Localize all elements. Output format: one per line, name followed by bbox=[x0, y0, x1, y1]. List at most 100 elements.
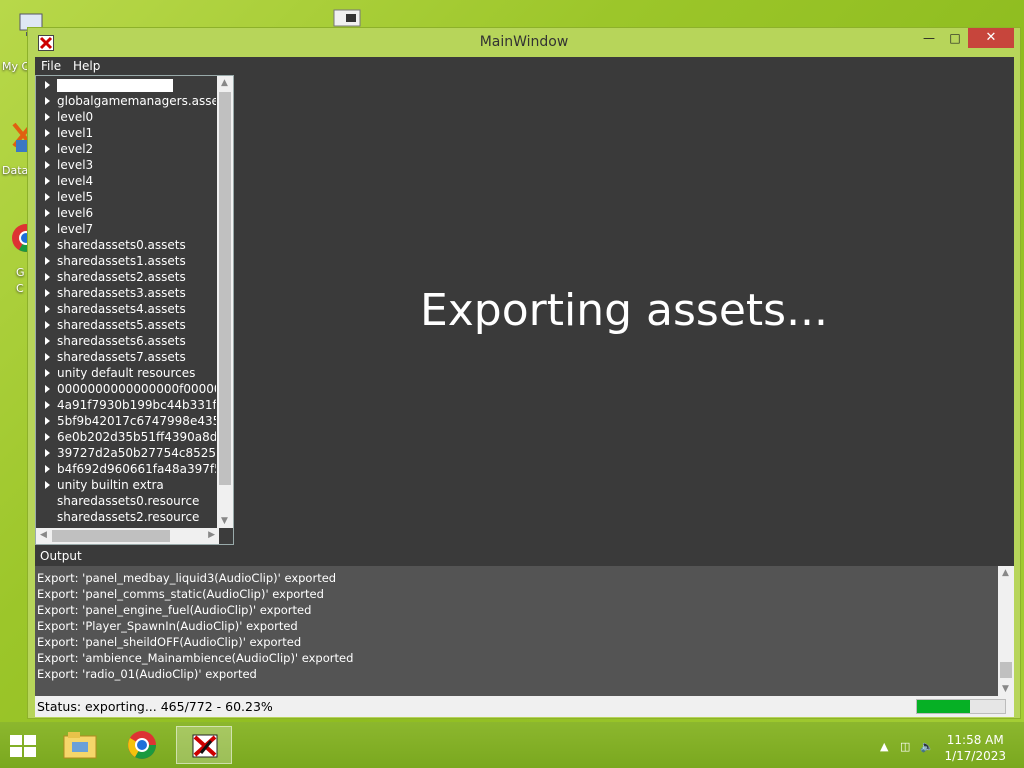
tree-item[interactable]: level5 bbox=[36, 189, 216, 205]
tree-item[interactable]: sharedassets1.assets bbox=[36, 253, 216, 269]
expand-arrow-icon[interactable] bbox=[45, 321, 50, 329]
tree-item[interactable]: sharedassets0.assets bbox=[36, 237, 216, 253]
taskbar-asset-studio[interactable] bbox=[176, 726, 232, 764]
tree-item[interactable]: level1 bbox=[36, 125, 216, 141]
start-button[interactable] bbox=[10, 735, 38, 759]
tree-item-label bbox=[57, 79, 173, 92]
tree-item[interactable]: sharedassets0.resource bbox=[36, 493, 216, 509]
log-line: Export: 'radio_01(AudioClip)' exported bbox=[37, 667, 257, 681]
output-header: Output bbox=[35, 545, 1014, 566]
tree-item[interactable]: level3 bbox=[36, 157, 216, 173]
expand-arrow-icon[interactable] bbox=[45, 129, 50, 137]
tree-item[interactable]: sharedassets2.assets bbox=[36, 269, 216, 285]
window-title: MainWindow bbox=[479, 34, 569, 50]
tree-item-label: sharedassets3.assets bbox=[57, 286, 186, 300]
tree-item[interactable]: b4f692d960661fa48a397f5827 bbox=[36, 461, 216, 477]
desktop-label-chrome-1: G bbox=[16, 266, 25, 279]
scroll-left-icon[interactable]: ◀ bbox=[40, 530, 47, 540]
clock[interactable]: 11:58 AM 1/17/2023 bbox=[944, 732, 1006, 764]
expand-arrow-icon[interactable] bbox=[45, 289, 50, 297]
expand-arrow-icon[interactable] bbox=[45, 145, 50, 153]
show-hidden-icons-icon[interactable]: ▲ bbox=[880, 740, 888, 753]
expand-arrow-icon[interactable] bbox=[45, 225, 50, 233]
taskbar: ▲ ◫ 🔈 11:58 AM 1/17/2023 bbox=[0, 722, 1024, 768]
tree-item-label: sharedassets5.assets bbox=[57, 318, 186, 332]
taskbar-file-explorer[interactable] bbox=[52, 726, 108, 764]
expand-arrow-icon[interactable] bbox=[45, 417, 50, 425]
output-scroll-thumb[interactable] bbox=[1000, 662, 1012, 678]
tree-item[interactable]: level6 bbox=[36, 205, 216, 221]
expand-arrow-icon[interactable] bbox=[45, 97, 50, 105]
tree-item[interactable]: sharedassets5.assets bbox=[36, 317, 216, 333]
tree-item-label: unity default resources bbox=[57, 366, 196, 380]
tree-horizontal-scrollbar[interactable]: ◀ ▶ bbox=[36, 528, 219, 544]
tree-item[interactable]: sharedassets7.assets bbox=[36, 349, 216, 365]
tree-item[interactable]: sharedassets6.assets bbox=[36, 333, 216, 349]
tree-item[interactable]: 5bf9b42017c6747998e43553b bbox=[36, 413, 216, 429]
tree-item[interactable] bbox=[36, 77, 216, 93]
expand-arrow-icon[interactable] bbox=[45, 177, 50, 185]
title-bar[interactable]: MainWindow — □ ✕ bbox=[28, 28, 1020, 57]
tree-item-label: 39727d2a50b27754c85250f59 bbox=[57, 446, 216, 460]
menu-file[interactable]: File bbox=[41, 59, 61, 73]
tree-item[interactable]: unity builtin extra bbox=[36, 477, 216, 493]
tree-item[interactable]: 6e0b202d35b51ff4390a8d1d9 bbox=[36, 429, 216, 445]
tree-item[interactable]: globalgamemanagers.assets bbox=[36, 93, 216, 109]
tree-item[interactable]: 39727d2a50b27754c85250f59 bbox=[36, 445, 216, 461]
expand-arrow-icon[interactable] bbox=[45, 305, 50, 313]
expand-arrow-icon[interactable] bbox=[45, 193, 50, 201]
asset-tree[interactable]: sharedassets2.resource sharedassets0.reso… bbox=[35, 75, 234, 545]
expand-arrow-icon[interactable] bbox=[45, 113, 50, 121]
desktop-label-computer: My C bbox=[2, 60, 30, 73]
scroll-up-icon[interactable]: ▲ bbox=[1002, 568, 1009, 578]
scroll-down-icon[interactable]: ▼ bbox=[1002, 684, 1009, 694]
expand-arrow-icon[interactable] bbox=[45, 369, 50, 377]
expand-arrow-icon[interactable] bbox=[45, 401, 50, 409]
tree-item-label: sharedassets7.assets bbox=[57, 350, 186, 364]
tree-item[interactable]: level0 bbox=[36, 109, 216, 125]
tree-vertical-scrollbar[interactable]: ▲ ▼ bbox=[217, 76, 233, 528]
expand-arrow-icon[interactable] bbox=[45, 81, 50, 89]
expand-arrow-icon[interactable] bbox=[45, 465, 50, 473]
tree-item[interactable]: sharedassets4.assets bbox=[36, 301, 216, 317]
tree-hscroll-thumb[interactable] bbox=[52, 530, 170, 542]
expand-arrow-icon[interactable] bbox=[45, 161, 50, 169]
expand-arrow-icon[interactable] bbox=[45, 337, 50, 345]
asset-studio-icon bbox=[192, 734, 218, 758]
tree-item-label: 4a91f7930b199bc44b331f612 bbox=[57, 398, 216, 412]
expand-arrow-icon[interactable] bbox=[45, 481, 50, 489]
expand-arrow-icon[interactable] bbox=[45, 241, 50, 249]
tree-item[interactable]: sharedassets2.resource bbox=[36, 509, 216, 525]
scroll-down-icon[interactable]: ▼ bbox=[221, 516, 228, 526]
volume-icon[interactable]: 🔈 bbox=[920, 740, 934, 753]
menu-help[interactable]: Help bbox=[73, 59, 100, 73]
expand-arrow-icon[interactable] bbox=[45, 353, 50, 361]
expand-arrow-icon[interactable] bbox=[45, 433, 50, 441]
expand-arrow-icon[interactable] bbox=[45, 209, 50, 217]
maximize-button[interactable]: □ bbox=[940, 28, 970, 48]
scroll-right-icon[interactable]: ▶ bbox=[208, 530, 215, 540]
close-button[interactable]: ✕ bbox=[968, 28, 1014, 48]
tree-item[interactable]: level7 bbox=[36, 221, 216, 237]
tree-item[interactable]: level2 bbox=[36, 141, 216, 157]
tree-vscroll-thumb[interactable] bbox=[219, 92, 231, 485]
tree-item[interactable]: 4a91f7930b199bc44b331f612 bbox=[36, 397, 216, 413]
tree-item-label: sharedassets2.assets bbox=[57, 270, 186, 284]
tree-item[interactable]: level4 bbox=[36, 173, 216, 189]
tree-item[interactable]: unity default resources bbox=[36, 365, 216, 381]
taskbar-chrome[interactable] bbox=[114, 726, 170, 764]
expand-arrow-icon[interactable] bbox=[45, 273, 50, 281]
scroll-up-icon[interactable]: ▲ bbox=[221, 78, 228, 88]
output-log[interactable]: Export: 'panel_medbay_liquid3(AudioClip)… bbox=[35, 566, 998, 696]
expand-arrow-icon[interactable] bbox=[45, 449, 50, 457]
tree-item-label: 6e0b202d35b51ff4390a8d1d9 bbox=[57, 430, 216, 444]
output-scrollbar[interactable]: ▲ ▼ bbox=[998, 566, 1014, 696]
log-line: Export: 'panel_medbay_liquid3(AudioClip)… bbox=[37, 571, 337, 585]
menu-bar: File Help bbox=[35, 57, 1014, 75]
tree-item[interactable]: sharedassets3.assets bbox=[36, 285, 216, 301]
network-icon[interactable]: ◫ bbox=[900, 740, 910, 753]
tree-item-label: level3 bbox=[57, 158, 94, 172]
expand-arrow-icon[interactable] bbox=[45, 385, 50, 393]
tree-item[interactable]: 0000000000000000f00000000 bbox=[36, 381, 216, 397]
expand-arrow-icon[interactable] bbox=[45, 257, 50, 265]
